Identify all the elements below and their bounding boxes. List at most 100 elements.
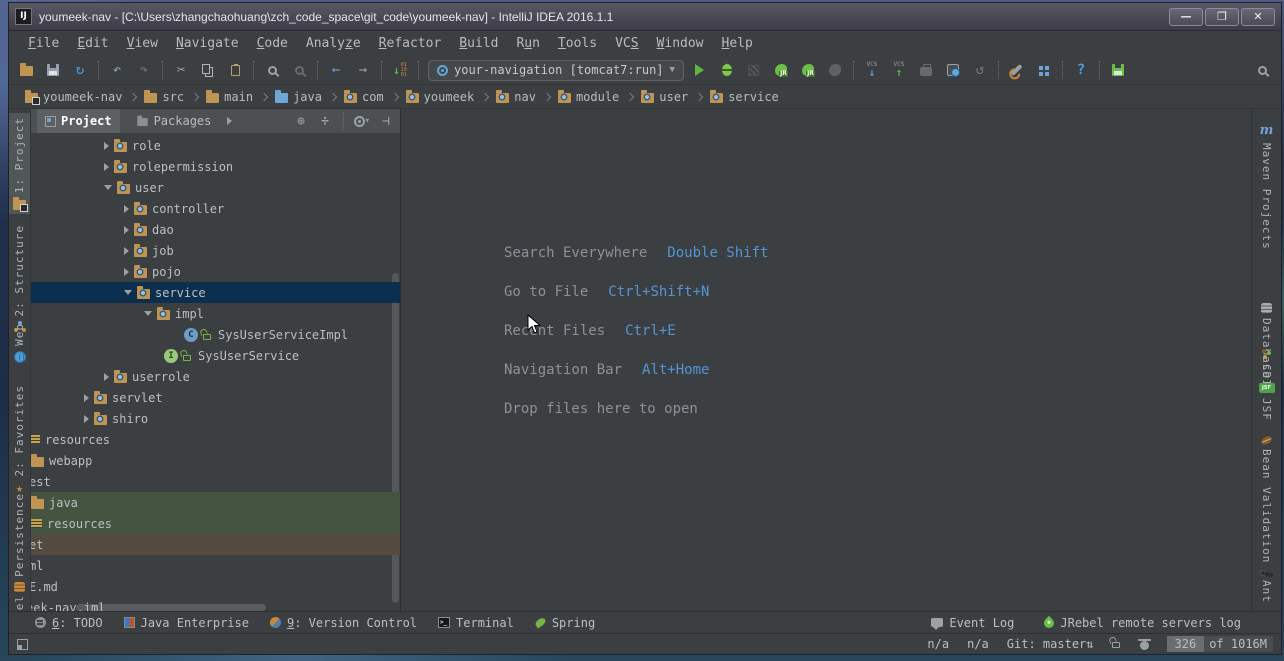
menu-file[interactable]: File bbox=[19, 33, 68, 54]
undo-icon[interactable]: ↶ bbox=[108, 61, 126, 79]
tool-button-spring[interactable]: Spring bbox=[533, 616, 595, 630]
breadcrumb-src[interactable]: src bbox=[140, 89, 188, 104]
save-icon[interactable] bbox=[44, 61, 62, 79]
collapse-all-icon[interactable]: ÷ bbox=[317, 113, 333, 129]
breadcrumb-com[interactable]: com bbox=[340, 89, 388, 104]
tool-button-el[interactable]: el bbox=[9, 591, 30, 614]
search-everywhere-icon[interactable] bbox=[1253, 61, 1271, 79]
tree-row-pojo[interactable]: pojo bbox=[31, 261, 400, 282]
tool-button-terminal[interactable]: >_ Terminal bbox=[438, 616, 514, 630]
menu-run[interactable]: Run bbox=[507, 33, 548, 54]
menu-window[interactable]: Window bbox=[648, 33, 713, 54]
tool-button-2-favorites[interactable]: 2: Favorites ★ bbox=[9, 381, 30, 499]
tree-row-job[interactable]: job bbox=[31, 240, 400, 261]
expanded-arrow-icon[interactable] bbox=[124, 290, 132, 295]
tree-row-et[interactable]: et bbox=[31, 534, 400, 555]
event-log-button[interactable]: Event Log bbox=[931, 616, 1014, 630]
menu-edit[interactable]: Edit bbox=[68, 33, 117, 54]
menu-tools[interactable]: Tools bbox=[549, 33, 606, 54]
close-button[interactable]: ✕ bbox=[1241, 7, 1275, 26]
tool-button-web[interactable]: Web bbox=[9, 319, 30, 367]
coverage-icon[interactable] bbox=[745, 61, 763, 79]
rollback-icon[interactable]: ↺ bbox=[971, 61, 989, 79]
tree-row-SysUserService[interactable]: I SysUserService bbox=[31, 345, 400, 366]
collapsed-arrow-icon[interactable] bbox=[104, 162, 109, 171]
tool-button-maven-projects[interactable]: m Maven Projects bbox=[1252, 119, 1281, 254]
forward-icon[interactable]: → bbox=[354, 61, 372, 79]
menu-build[interactable]: Build bbox=[450, 33, 507, 54]
tree-row-shiro[interactable]: shiro bbox=[31, 408, 400, 429]
find-usages-icon[interactable] bbox=[290, 61, 308, 79]
memory-indicator[interactable]: 326 of 1016M bbox=[1166, 636, 1273, 652]
more-tabs-icon[interactable] bbox=[227, 117, 233, 125]
help-icon[interactable]: ? bbox=[1072, 61, 1090, 79]
menu-code[interactable]: Code bbox=[248, 33, 297, 54]
minimize-button[interactable]: — bbox=[1169, 7, 1203, 26]
open-icon[interactable] bbox=[17, 61, 35, 79]
shelve-icon[interactable] bbox=[917, 61, 935, 79]
tree-row-java[interactable]: java bbox=[31, 492, 400, 513]
tree-row-role[interactable]: role bbox=[31, 135, 400, 156]
settings-gear-icon[interactable]: ▾ bbox=[354, 113, 370, 129]
tool-button-persistence[interactable]: Persistence bbox=[9, 489, 30, 596]
tree-row-rolepermission[interactable]: rolepermission bbox=[31, 156, 400, 177]
menu-help[interactable]: Help bbox=[713, 33, 762, 54]
run-configuration-select[interactable]: your-navigation [tomcat7:run] ▼ bbox=[428, 59, 684, 81]
breadcrumb-main[interactable]: main bbox=[202, 89, 257, 104]
run-icon[interactable] bbox=[691, 61, 709, 79]
collapsed-arrow-icon[interactable] bbox=[124, 267, 129, 276]
expanded-arrow-icon[interactable] bbox=[104, 185, 112, 190]
back-icon[interactable]: ← bbox=[327, 61, 345, 79]
redo-icon[interactable]: ↷ bbox=[135, 61, 153, 79]
project-structure-icon[interactable] bbox=[1035, 61, 1053, 79]
breadcrumb-youmeek-nav[interactable]: youmeek-nav bbox=[21, 89, 126, 105]
collapsed-arrow-icon[interactable] bbox=[124, 204, 129, 213]
tree-row-ml[interactable]: ml bbox=[31, 555, 400, 576]
tab-project[interactable]: Project bbox=[37, 109, 120, 133]
tool-button-jsf[interactable]: JSF JSF bbox=[1252, 379, 1281, 425]
tree-row-servlet[interactable]: servlet bbox=[31, 387, 400, 408]
collapsed-arrow-icon[interactable] bbox=[124, 225, 129, 234]
copy-icon[interactable] bbox=[199, 61, 217, 79]
tree-row-webapp[interactable]: webapp bbox=[31, 450, 400, 471]
sort-lines-icon[interactable]: ↓ 01 10 01 bbox=[391, 61, 409, 79]
tree-row-service[interactable]: service bbox=[31, 282, 400, 303]
debug-icon[interactable] bbox=[718, 61, 736, 79]
tree-row-resources[interactable]: resources bbox=[31, 513, 400, 534]
tree-row-controller[interactable]: controller bbox=[31, 198, 400, 219]
collapsed-arrow-icon[interactable] bbox=[124, 246, 129, 255]
tool-button-1-project[interactable]: 1: Project bbox=[9, 113, 30, 215]
debug-with-jrebel-icon[interactable]: JR bbox=[799, 61, 817, 79]
hector-inspector-icon[interactable] bbox=[1137, 638, 1151, 650]
write-access-lock-icon[interactable] bbox=[1111, 642, 1120, 648]
hide-panel-icon[interactable]: ⊣ bbox=[378, 113, 394, 129]
breadcrumb-nav[interactable]: nav bbox=[492, 89, 540, 104]
collapsed-arrow-icon[interactable] bbox=[104, 141, 109, 150]
cut-icon[interactable]: ✂ bbox=[172, 61, 190, 79]
run-with-jrebel-icon[interactable]: JR bbox=[772, 61, 790, 79]
tool-button-9-version-control[interactable]: 9: Version Control bbox=[269, 616, 417, 630]
tree-row-SysUserServiceImpl[interactable]: C SysUserServiceImpl bbox=[31, 324, 400, 345]
tool-button-bean-validation[interactable]: Bean Validation bbox=[1252, 433, 1281, 567]
tree-row-dao[interactable]: dao bbox=[31, 219, 400, 240]
maximize-button[interactable]: ❐ bbox=[1205, 7, 1239, 26]
tree-row-E.md[interactable]: E.md bbox=[31, 576, 400, 597]
vcs-update-icon[interactable]: VCS ↓ bbox=[863, 61, 881, 79]
menu-vcs[interactable]: VCS bbox=[606, 33, 647, 54]
tool-button-ant[interactable]: Ant bbox=[1252, 567, 1281, 607]
tab-packages[interactable]: Packages bbox=[128, 109, 220, 133]
jrebel-save-icon[interactable] bbox=[1109, 61, 1127, 79]
collapsed-arrow-icon[interactable] bbox=[84, 393, 89, 402]
breadcrumb-module[interactable]: module bbox=[554, 89, 623, 104]
collapsed-arrow-icon[interactable] bbox=[104, 372, 109, 381]
tool-button-6-todo[interactable]: 6: TODO bbox=[35, 616, 103, 630]
expanded-arrow-icon[interactable] bbox=[144, 311, 152, 316]
settings-wrench-icon[interactable] bbox=[1008, 61, 1026, 79]
git-branch-widget[interactable]: Git: master⇅ bbox=[1007, 637, 1094, 651]
menu-analyze[interactable]: Analyze bbox=[297, 33, 370, 54]
tree-row-eek-nav.iml[interactable]: eek-nav.iml bbox=[31, 597, 400, 612]
breadcrumb-service[interactable]: service bbox=[706, 89, 783, 104]
tree-row-resources[interactable]: resources bbox=[31, 429, 400, 450]
menu-view[interactable]: View bbox=[118, 33, 167, 54]
jrebel-alt-icon[interactable] bbox=[826, 61, 844, 79]
